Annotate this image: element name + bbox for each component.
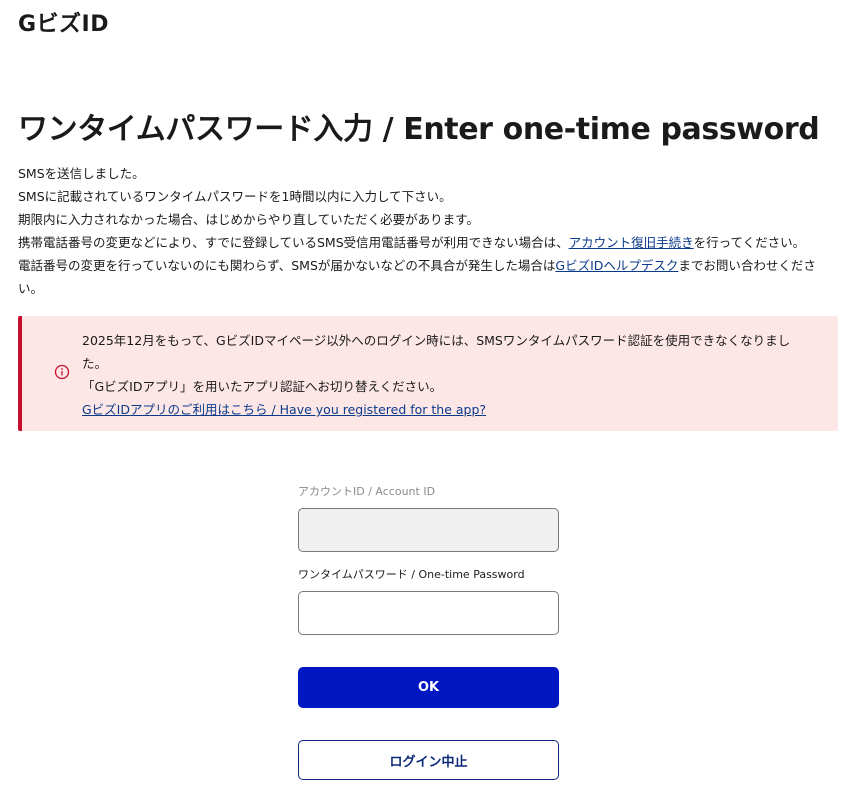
gbiz-id-logo: GビズID <box>18 12 110 37</box>
otp-form: アカウントID / Account ID ワンタイムパスワード / One-ti… <box>298 484 559 780</box>
intro-text-segment: 携帯電話番号の変更などにより、すでに登録しているSMS受信用電話番号が利用できな… <box>18 235 569 250</box>
cancel-login-button[interactable]: ログイン中止 <box>298 740 559 780</box>
otp-label: ワンタイムパスワード / One-time Password <box>298 568 525 581</box>
intro-text-segment: 電話番号の変更を行っていないのにも関わらず、SMSが届かないなどの不具合が発生し… <box>18 258 556 273</box>
helpdesk-link[interactable]: GビズIDヘルプデスク <box>555 258 678 273</box>
page-title: ワンタイムパスワード入力 / Enter one-time password <box>18 112 820 147</box>
account-id-input[interactable] <box>298 508 559 552</box>
gbiz-app-link[interactable]: GビズIDアプリのご利用はこちら / Have you registered f… <box>82 402 486 417</box>
info-circle-icon <box>54 364 70 380</box>
account-recovery-link[interactable]: アカウント復旧手続き <box>569 235 694 250</box>
sms-deprecation-alert: 2025年12月をもって、GビズIDマイページ以外へのログイン時には、SMSワン… <box>18 316 838 431</box>
intro-text: SMSを送信しました。 SMSに記載されているワンタイムパスワードを1時間以内に… <box>18 162 838 300</box>
ok-button[interactable]: OK <box>298 667 559 708</box>
intro-line: 携帯電話番号の変更などにより、すでに登録しているSMS受信用電話番号が利用できな… <box>18 231 838 254</box>
intro-line: SMSに記載されているワンタイムパスワードを1時間以内に入力して下さい。 <box>18 189 452 204</box>
alert-sub-message: 「GビズIDアプリ」を用いたアプリ認証へお切り替えください。 <box>82 379 443 394</box>
otp-input[interactable] <box>298 591 559 635</box>
account-id-label: アカウントID / Account ID <box>298 485 436 498</box>
alert-message: 2025年12月をもって、GビズIDマイページ以外へのログイン時には、SMSワン… <box>82 333 791 371</box>
intro-line: 期限内に入力されなかった場合、はじめからやり直していただく必要があります。 <box>18 212 479 227</box>
alert-link-row: GビズIDアプリのご利用はこちら / Have you registered f… <box>82 398 802 421</box>
intro-line: 電話番号の変更を行っていないのにも関わらず、SMSが届かないなどの不具合が発生し… <box>18 254 838 300</box>
intro-line: SMSを送信しました。 <box>18 166 145 181</box>
intro-text-segment: を行ってください。 <box>693 235 806 250</box>
alert-text: 2025年12月をもって、GビズIDマイページ以外へのログイン時には、SMSワン… <box>82 329 802 421</box>
